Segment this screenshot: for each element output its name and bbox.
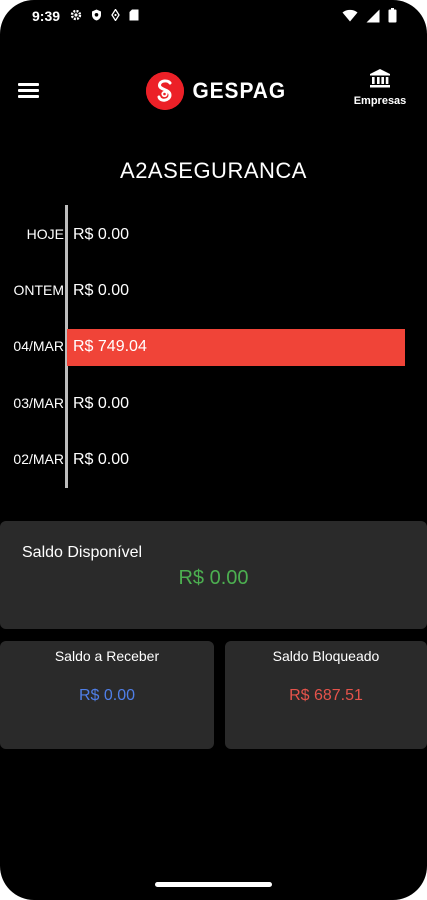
saldo-disponivel-title: Saldo Disponível <box>22 544 143 561</box>
history-date: 03/MAR <box>13 395 64 411</box>
bank-icon <box>369 68 391 93</box>
saldo-disponivel-card[interactable]: Saldo Disponível R$ 0.00 <box>0 521 427 629</box>
history-row[interactable]: 03/MAR R$ 0.00 <box>0 386 410 423</box>
company-name: A2ASEGURANCA <box>120 158 307 183</box>
history-value: R$ 0.00 <box>73 282 130 299</box>
history-date: 02/MAR <box>13 451 64 467</box>
status-icons-right <box>342 8 397 23</box>
saldo-bloqueado-title: Saldo Bloqueado <box>272 648 380 664</box>
history-date: 04/MAR <box>13 338 64 354</box>
saldo-bloqueado-value: R$ 687.51 <box>289 687 363 704</box>
saldo-bloqueado-card[interactable]: Saldo Bloqueado R$ 687.51 <box>225 641 427 749</box>
home-indicator[interactable] <box>155 882 272 887</box>
status-icons-left <box>70 9 139 21</box>
daily-history: HOJE R$ 0.00 ONTEM R$ 0.00 04/MAR R$ 749… <box>0 205 427 490</box>
history-value: R$ 0.00 <box>73 226 130 243</box>
history-row[interactable]: 04/MAR R$ 749.04 <box>0 329 410 366</box>
sd-card-icon <box>129 9 139 21</box>
gespag-logo-icon <box>146 72 184 110</box>
vpn-icon <box>111 9 120 21</box>
logo-text: GESPAG <box>192 78 287 103</box>
wifi-icon <box>342 9 358 22</box>
history-value: R$ 0.00 <box>73 451 130 468</box>
history-date: ONTEM <box>13 282 64 298</box>
history-date: HOJE <box>26 226 64 242</box>
status-bar: 9:39 <box>0 0 427 34</box>
history-value: R$ 749.04 <box>73 338 147 355</box>
saldo-disponivel-value: R$ 0.00 <box>178 567 249 589</box>
history-row[interactable]: HOJE R$ 0.00 <box>0 217 410 254</box>
empresas-label: Empresas <box>353 95 407 107</box>
gespag-logo: GESPAG <box>146 72 289 110</box>
gear-icon <box>70 9 82 21</box>
history-value: R$ 0.00 <box>73 395 130 412</box>
history-row[interactable]: ONTEM R$ 0.00 <box>0 273 410 310</box>
empresas-button[interactable]: Empresas <box>349 68 411 107</box>
saldo-a-receber-title: Saldo a Receber <box>54 648 160 664</box>
saldo-a-receber-value: R$ 0.00 <box>78 687 136 704</box>
phone-screen: 9:39 GESPAG Empresas A2ASEGURANCA HOJE R… <box>0 0 427 900</box>
battery-icon <box>388 8 397 23</box>
saldo-a-receber-card[interactable]: Saldo a Receber R$ 0.00 <box>0 641 214 749</box>
shield-icon <box>91 9 102 21</box>
history-row[interactable]: 02/MAR R$ 0.00 <box>0 442 410 479</box>
status-time: 9:39 <box>32 8 61 24</box>
signal-icon <box>366 9 380 23</box>
hamburger-menu-icon[interactable] <box>18 80 44 102</box>
app-bar: GESPAG Empresas <box>0 60 427 124</box>
